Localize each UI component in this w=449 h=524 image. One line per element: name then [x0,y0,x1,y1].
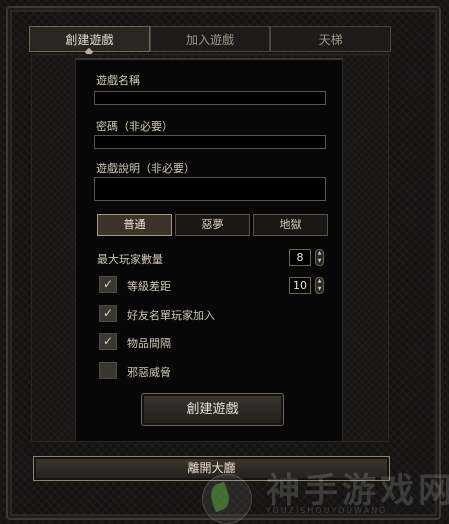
level-diff-stepper[interactable]: ▲ ▼ [315,277,324,294]
game-name-input[interactable] [94,91,326,105]
tab-create-game[interactable]: 創建遊戲 [29,26,150,52]
difficulty-selector: 普通 惡夢 地獄 [97,214,328,236]
level-diff-checkbox[interactable]: ✓ [99,276,117,293]
terror-label: 邪惡威脅 [127,366,171,379]
friends-only-label: 好友名單玩家加入 [127,309,215,322]
tab-bar: 創建遊戲 加入遊戲 天梯 [29,26,392,52]
difficulty-hell-button[interactable]: 地獄 [253,214,328,236]
password-input[interactable] [94,135,326,149]
level-diff-label: 等級差距 [127,280,171,293]
game-name-label: 遊戲名稱 [96,74,140,87]
terror-checkbox[interactable] [99,362,117,379]
stepper-down-icon[interactable]: ▼ [318,286,322,292]
stepper-down-icon[interactable]: ▼ [318,258,322,264]
max-players-value[interactable]: 8 [289,249,311,266]
create-game-button[interactable]: 創建遊戲 [141,393,284,426]
description-label: 遊戲說明（非必要） [96,162,195,175]
difficulty-normal-button[interactable]: 普通 [97,214,172,236]
watermark-subtext: YOUZISHOUYOUWANG [266,506,388,515]
max-players-stepper[interactable]: ▲ ▼ [315,249,324,266]
level-diff-value[interactable]: 10 [289,277,311,294]
watermark-text: 神手游戏网 [266,471,449,511]
difficulty-nightmare-button[interactable]: 惡夢 [175,214,250,236]
item-interval-checkbox[interactable]: ✓ [99,333,117,350]
tab-join-game[interactable]: 加入遊戲 [149,26,271,52]
item-interval-label: 物品間隔 [127,337,171,350]
stepper-up-icon[interactable]: ▲ [318,251,322,256]
password-label: 密碼（非必要） [96,120,173,133]
description-input[interactable] [94,177,326,201]
stepper-up-icon[interactable]: ▲ [318,279,322,284]
friends-only-checkbox[interactable]: ✓ [99,305,117,322]
max-players-label: 最大玩家數量 [97,253,163,266]
tab-ladder[interactable]: 天梯 [270,26,392,52]
